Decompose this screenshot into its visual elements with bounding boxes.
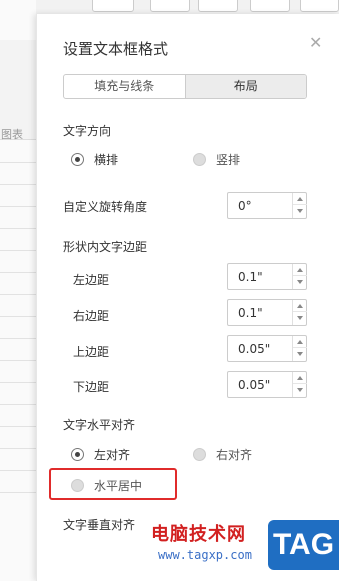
margins-heading: 形状内文字边距 <box>63 240 148 254</box>
grid-line <box>0 228 36 229</box>
panel-tabs: 填充与线条 布局 <box>63 74 307 99</box>
grid-line <box>0 206 36 207</box>
top-margin-value: 0.05" <box>238 342 271 356</box>
right-margin-value: 0.1" <box>238 306 263 320</box>
h-align-heading: 文字水平对齐 <box>63 418 136 432</box>
increment-icon[interactable] <box>293 300 307 312</box>
right-margin-label: 右边距 <box>73 309 110 323</box>
grid-line <box>0 184 36 185</box>
grid-line <box>0 470 36 471</box>
grid-line <box>0 426 36 427</box>
radio-align-left-label: 左对齐 <box>94 448 131 462</box>
increment-icon[interactable] <box>293 372 307 384</box>
text-direction-heading: 文字方向 <box>63 124 112 138</box>
rotation-stepper[interactable]: 0° <box>227 192 307 219</box>
close-icon[interactable]: ✕ <box>309 35 323 51</box>
panel-title: 设置文本框格式 <box>63 40 169 58</box>
bottom-margin-label: 下边距 <box>73 380 110 394</box>
radio-align-left[interactable]: 左对齐 <box>71 446 130 463</box>
ribbon-toolbar: 图表 <box>0 40 36 141</box>
grid-line <box>0 250 36 251</box>
grid-line <box>0 492 36 493</box>
radio-selected-icon <box>71 448 84 461</box>
watermark-logo: TAG <box>268 520 339 570</box>
top-tab[interactable] <box>150 0 190 12</box>
top-margin-stepper[interactable]: 0.05" <box>227 335 307 362</box>
decrement-icon[interactable] <box>293 276 307 288</box>
rotation-value: 0° <box>238 199 252 213</box>
bottom-margin-value: 0.05" <box>238 378 271 392</box>
increment-icon[interactable] <box>293 264 307 276</box>
bottom-margin-stepper[interactable]: 0.05" <box>227 371 307 398</box>
highlight-annotation-box <box>49 468 177 500</box>
watermark-text: 电脑技术网 <box>151 524 246 545</box>
grid-line <box>0 404 36 405</box>
grid-line <box>0 162 36 163</box>
radio-vertical[interactable]: 竖排 <box>193 151 240 168</box>
grid-line <box>0 316 36 317</box>
top-margin-label: 上边距 <box>73 345 110 359</box>
grid-line <box>0 294 36 295</box>
top-tab[interactable] <box>198 0 238 12</box>
left-margin-label: 左边距 <box>73 273 110 287</box>
watermark-url: www.tagxp.com <box>158 548 252 562</box>
tab-fill-and-line[interactable]: 填充与线条 <box>64 75 185 98</box>
ribbon-chart-label: 图表 <box>1 128 23 141</box>
radio-align-right-label: 右对齐 <box>216 448 253 462</box>
rotation-label: 自定义旋转角度 <box>63 200 148 214</box>
tab-layout[interactable]: 布局 <box>184 75 306 98</box>
left-margin-value: 0.1" <box>238 270 263 284</box>
radio-align-right[interactable]: 右对齐 <box>193 446 252 463</box>
top-tab[interactable] <box>300 0 339 12</box>
grid-line <box>0 272 36 273</box>
radio-selected-icon <box>71 153 84 166</box>
radio-horizontal-label: 横排 <box>94 153 119 167</box>
radio-unselected-icon <box>193 448 206 461</box>
top-tab[interactable] <box>250 0 290 12</box>
radio-unselected-icon <box>193 153 206 166</box>
grid-line <box>0 338 36 339</box>
increment-icon[interactable] <box>293 336 307 348</box>
decrement-icon[interactable] <box>293 384 307 396</box>
radio-vertical-label: 竖排 <box>216 153 241 167</box>
right-margin-stepper[interactable]: 0.1" <box>227 299 307 326</box>
grid-line <box>0 448 36 449</box>
grid-line <box>0 382 36 383</box>
radio-horizontal[interactable]: 横排 <box>71 151 118 168</box>
decrement-icon[interactable] <box>293 205 307 217</box>
v-align-heading: 文字垂直对齐 <box>63 518 136 532</box>
decrement-icon[interactable] <box>293 348 307 360</box>
top-tab[interactable] <box>92 0 134 12</box>
grid-line <box>0 360 36 361</box>
decrement-icon[interactable] <box>293 312 307 324</box>
format-textbox-panel: 设置文本框格式 ✕ 填充与线条 布局 文字方向 横排 竖排 自定义旋转角度 0°… <box>36 14 339 581</box>
left-margin-stepper[interactable]: 0.1" <box>227 263 307 290</box>
increment-icon[interactable] <box>293 193 307 205</box>
